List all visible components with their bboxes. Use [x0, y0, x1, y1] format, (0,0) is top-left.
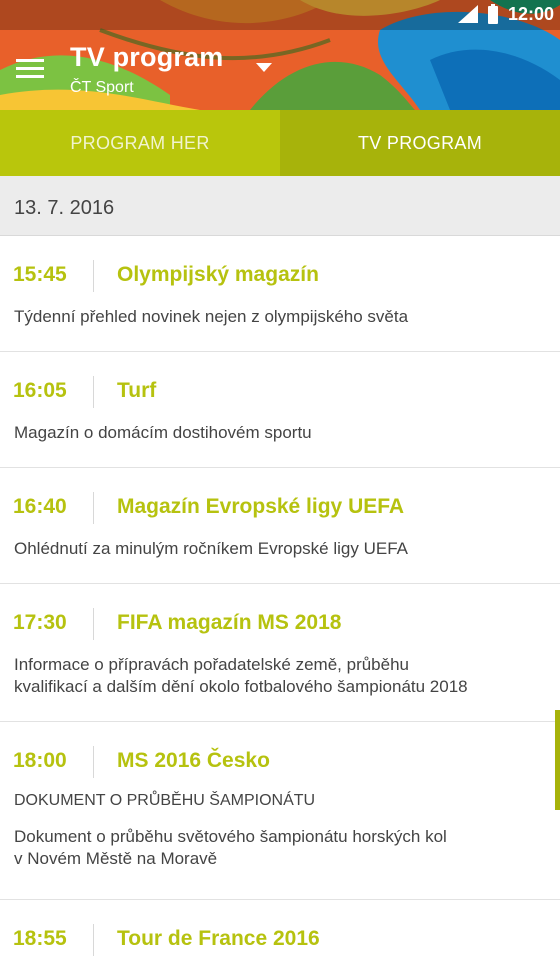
- description-line: v Novém Městě na Moravě: [14, 849, 218, 868]
- description-line: kvalifikací a dalším dění okolo fotbalov…: [14, 677, 468, 696]
- divider: [93, 492, 94, 524]
- date-label: 13. 7. 2016: [14, 197, 115, 219]
- divider: [93, 376, 94, 408]
- program-title: Turf: [117, 379, 157, 402]
- program-list: 15:45 Olympijský magazín Týdenní přehled…: [0, 236, 560, 980]
- program-subtitle: DOKUMENT O PRŮBĚHU ŠAMPIONÁTU: [14, 792, 316, 809]
- list-item[interactable]: 18:00 MS 2016 Česko DOKUMENT O PRŮBĚHU Š…: [0, 722, 560, 900]
- program-description: Informace o přípravách pořadatelské země…: [0, 654, 560, 698]
- tab-bar: PROGRAM HER TV PROGRAM: [0, 110, 560, 176]
- program-time: 16:40: [13, 495, 67, 518]
- divider: [93, 260, 94, 292]
- date-section-header: 13. 7. 2016: [0, 176, 560, 236]
- scrollbar-thumb[interactable]: [555, 710, 560, 810]
- dropdown-arrow-icon[interactable]: [256, 63, 272, 73]
- program-time: 18:00: [13, 749, 67, 772]
- tab-tv-program[interactable]: TV PROGRAM: [280, 110, 560, 176]
- description-line: Dokument o průběhu světového šampionátu …: [14, 827, 447, 846]
- program-title: Olympijský magazín: [117, 263, 319, 286]
- list-item[interactable]: 18:55 Tour de France 2016: [0, 900, 560, 980]
- list-item[interactable]: 16:40 Magazín Evropské ligy UEFA Ohlédnu…: [0, 468, 560, 584]
- tab-program-her[interactable]: PROGRAM HER: [0, 110, 280, 176]
- program-title: FIFA magazín MS 2018: [117, 611, 342, 634]
- status-time: 12:00: [507, 3, 554, 24]
- divider: [93, 746, 94, 778]
- program-title: MS 2016 Česko: [117, 749, 270, 772]
- program-time: 17:30: [13, 611, 67, 634]
- battery-icon: [487, 4, 498, 24]
- list-item[interactable]: 16:05 Turf Magazín o domácím dostihovém …: [0, 352, 560, 468]
- status-bar: 12:00: [0, 0, 560, 28]
- page-title: TV program: [70, 42, 224, 72]
- program-description: Magazín o domácím dostihovém sportu: [14, 423, 312, 442]
- list-item[interactable]: 15:45 Olympijský magazín Týdenní přehled…: [0, 236, 560, 352]
- list-item[interactable]: 17:30 FIFA magazín MS 2018 Informace o p…: [0, 584, 560, 722]
- app-bar: 12:00 TV program ČT Sport: [0, 0, 560, 110]
- menu-icon[interactable]: [16, 57, 44, 79]
- program-time: 18:55: [13, 927, 67, 950]
- program-title: Tour de France 2016: [117, 927, 320, 950]
- program-description: Týdenní přehled novinek nejen z olympijs…: [14, 307, 409, 326]
- program-description: Ohlédnutí za minulým ročníkem Evropské l…: [14, 539, 408, 558]
- divider: [93, 608, 94, 640]
- program-time: 16:05: [13, 379, 67, 402]
- program-title: Magazín Evropské ligy UEFA: [117, 495, 405, 518]
- signal-icon: [457, 5, 478, 23]
- channel-name[interactable]: ČT Sport: [70, 79, 134, 97]
- description-line: Informace o přípravách pořadatelské země…: [14, 655, 410, 674]
- program-time: 15:45: [13, 263, 67, 286]
- divider: [93, 924, 94, 956]
- program-description: Dokument o průběhu světového šampionátu …: [0, 826, 560, 870]
